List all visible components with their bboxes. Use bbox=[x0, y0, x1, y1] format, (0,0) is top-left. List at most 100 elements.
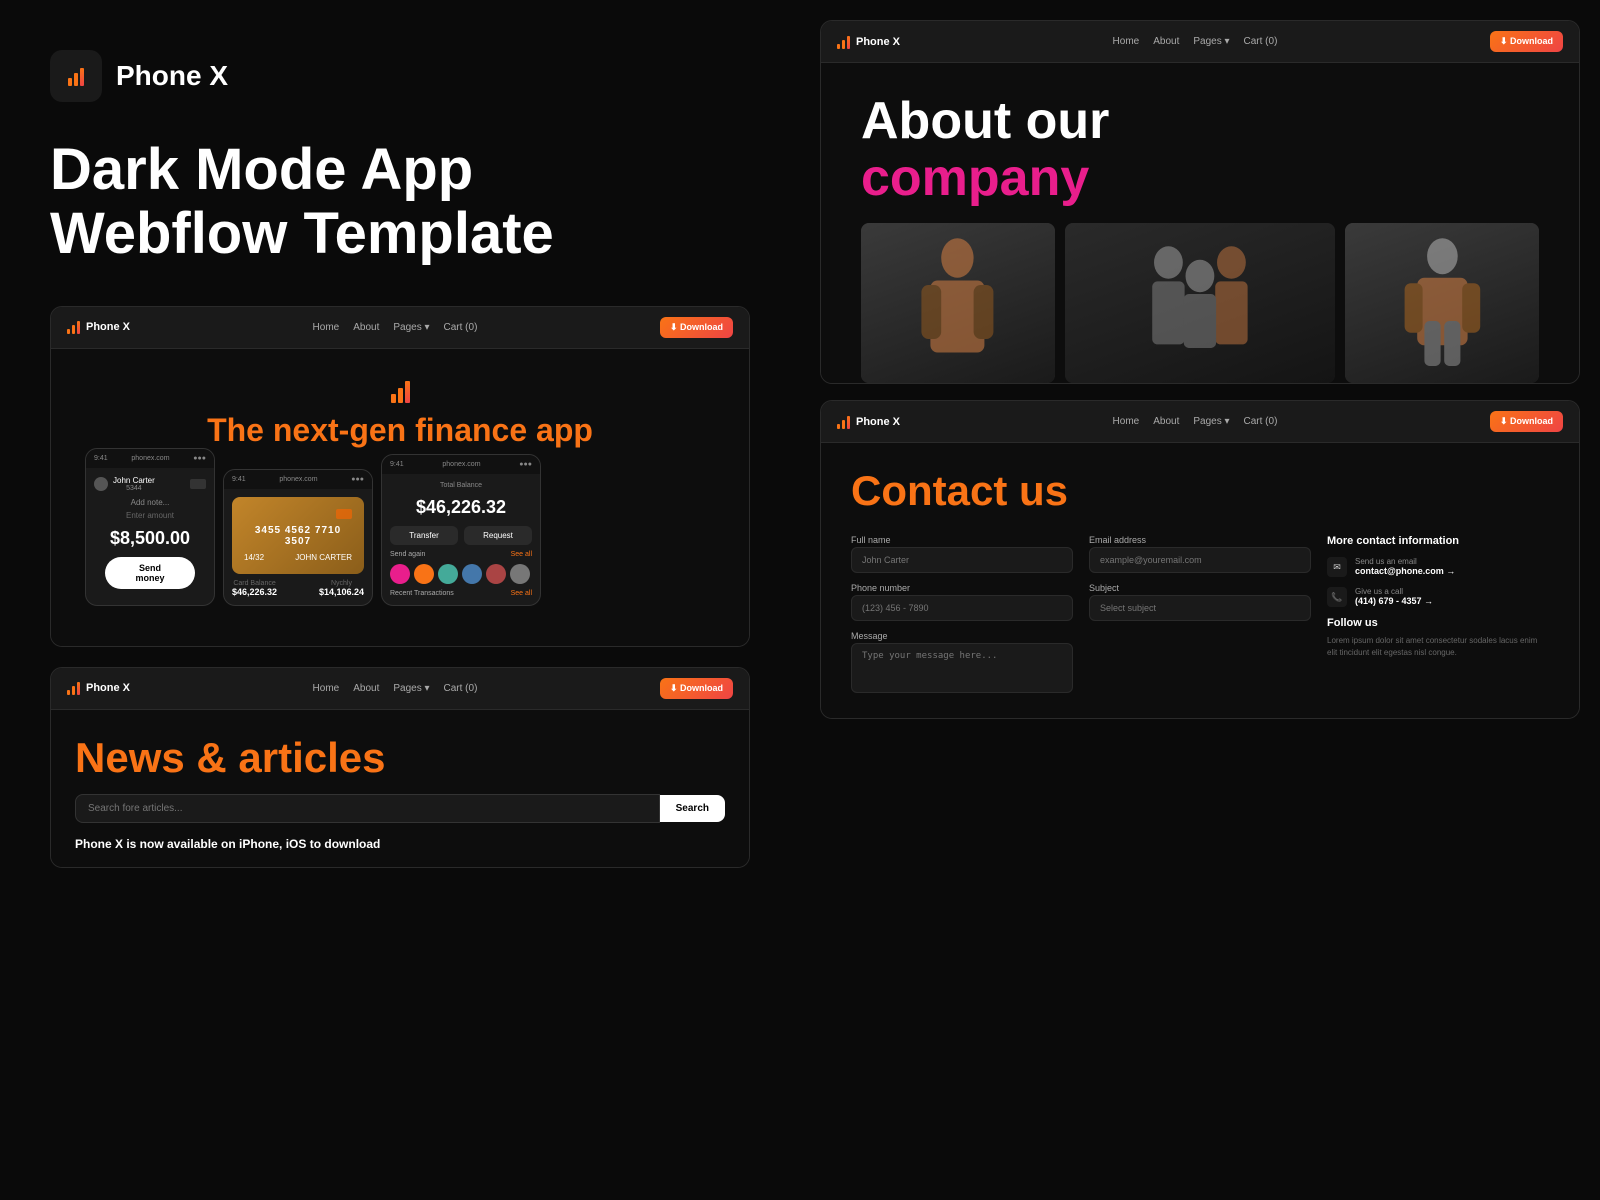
phone-time-3: 9:41 bbox=[390, 461, 404, 468]
about-download-btn[interactable]: ⬇ Download bbox=[1490, 31, 1563, 52]
about-nav-cart[interactable]: Cart (0) bbox=[1244, 36, 1278, 47]
news-title: News & articles bbox=[75, 734, 725, 782]
contact-browser-brand: Phone X bbox=[837, 415, 900, 429]
left-panel: Phone X Dark Mode App Webflow Template P… bbox=[0, 0, 800, 898]
nav-pages-1[interactable]: Pages ▾ bbox=[393, 322, 429, 333]
about-browser-brand: Phone X bbox=[837, 35, 900, 49]
phone-label: Phone number bbox=[851, 583, 1073, 593]
card-name: JOHN CARTER bbox=[295, 553, 352, 562]
nav-about-1[interactable]: About bbox=[353, 322, 379, 333]
see-all-link[interactable]: See all bbox=[511, 551, 532, 558]
news-subtitle: Phone X is now available on iPhone, iOS … bbox=[75, 837, 725, 851]
phone-body-1: John Carter 5344 Add note... Enter amoun… bbox=[86, 468, 214, 605]
transactions-see-all[interactable]: See all bbox=[511, 590, 532, 597]
form-col-2: Email address Subject bbox=[1089, 535, 1311, 698]
browser-brand-1: Phone X bbox=[67, 320, 130, 334]
hero-white-text: The bbox=[207, 412, 273, 448]
message-input[interactable] bbox=[851, 643, 1073, 693]
phone-body-2: 3455 4562 7710 3507 14/32 JOHN CARTER Ca… bbox=[224, 489, 372, 605]
brand-logo-icon bbox=[50, 50, 102, 102]
phone-amount-label: Enter amount bbox=[94, 511, 206, 520]
about-browser: Phone X Home About Pages ▾ Cart (0) ⬇ Do… bbox=[820, 20, 1580, 384]
right-panel: Phone X Home About Pages ▾ Cart (0) ⬇ Do… bbox=[800, 0, 1600, 898]
download-btn-1[interactable]: ⬇ Download bbox=[660, 317, 733, 338]
send-email-label: Send us an email bbox=[1355, 557, 1455, 566]
phone-field: Phone number bbox=[851, 583, 1073, 621]
phone-note-label[interactable]: Add note... bbox=[94, 498, 206, 507]
hero-end-text: finance app bbox=[406, 412, 593, 448]
nav-cart-1[interactable]: Cart (0) bbox=[444, 322, 478, 333]
contact-form-area: Full name Phone number Message bbox=[821, 525, 1579, 718]
phone-header-2: 9:41 phonex.com ●●● bbox=[224, 470, 372, 489]
nav-home-1[interactable]: Home bbox=[313, 322, 340, 333]
email-label: Email address bbox=[1089, 535, 1311, 545]
contact-email[interactable]: contact@phone.com → bbox=[1355, 566, 1455, 576]
browser-nav-links-2: Home About Pages ▾ Cart (0) bbox=[313, 683, 478, 694]
browser-mockup-finance: Phone X Home About Pages ▾ Cart (0) ⬇ Do… bbox=[50, 306, 750, 647]
subject-input[interactable] bbox=[1089, 595, 1311, 621]
contact-nav-home[interactable]: Home bbox=[1113, 416, 1140, 427]
subject-label: Subject bbox=[1089, 583, 1311, 593]
phone-url-1: phonex.com bbox=[131, 455, 169, 462]
contact-download-btn[interactable]: ⬇ Download bbox=[1490, 411, 1563, 432]
follow-us-title: Follow us bbox=[1327, 617, 1549, 629]
contact-nav-links: Home About Pages ▾ Cart (0) bbox=[1113, 416, 1278, 427]
nav-about-2[interactable]: About bbox=[353, 683, 379, 694]
send-money-btn[interactable]: Send money bbox=[105, 557, 195, 589]
phone-screen-2: 9:41 phonex.com ●●● 3455 4562 7710 3507 bbox=[223, 469, 373, 606]
about-nav-pages[interactable]: Pages ▾ bbox=[1193, 36, 1229, 47]
hero-orange-text: next-gen bbox=[273, 412, 406, 448]
transfer-btn[interactable]: Transfer bbox=[390, 526, 458, 545]
about-images bbox=[861, 223, 1539, 383]
browser-hero-1: The next-gen finance app 9:41 phonex.com… bbox=[51, 349, 749, 646]
contact-phone[interactable]: (414) 679 - 4357 → bbox=[1355, 596, 1433, 606]
transactions-label: Recent Transactions bbox=[390, 590, 454, 597]
about-nav-links: Home About Pages ▾ Cart (0) bbox=[1113, 36, 1278, 47]
phone-time-1: 9:41 bbox=[94, 455, 108, 462]
about-nav-about[interactable]: About bbox=[1153, 36, 1179, 47]
phone-screen-3: 9:41 phonex.com ●●● Total Balance $46,22… bbox=[381, 454, 541, 606]
email-field: Email address bbox=[1089, 535, 1311, 573]
about-nav-home[interactable]: Home bbox=[1113, 36, 1140, 47]
follow-text: Lorem ipsum dolor sit amet consectetur s… bbox=[1327, 635, 1549, 657]
fullname-input[interactable] bbox=[851, 547, 1073, 573]
request-btn[interactable]: Request bbox=[464, 526, 532, 545]
contact-browser: Phone X Home About Pages ▾ Cart (0) ⬇ Do… bbox=[820, 400, 1580, 719]
avatar-row bbox=[390, 564, 532, 584]
contact-info-title: More contact information bbox=[1327, 535, 1549, 547]
phone-url-3: phonex.com bbox=[442, 461, 480, 468]
contact-phone-item: 📞 Give us a call (414) 679 - 4357 → bbox=[1327, 587, 1549, 607]
browser-hero-title: The next-gen finance app bbox=[75, 413, 725, 448]
card-number: 3455 4562 7710 3507 bbox=[244, 525, 352, 547]
contact-nav-pages[interactable]: Pages ▾ bbox=[1193, 416, 1229, 427]
fullname-field: Full name bbox=[851, 535, 1073, 573]
about-image-3 bbox=[1345, 223, 1539, 383]
email-icon: ✉ bbox=[1327, 557, 1347, 577]
phone-signal-3: ●●● bbox=[519, 461, 532, 468]
nav-cart-2[interactable]: Cart (0) bbox=[444, 683, 478, 694]
brand-header: Phone X bbox=[50, 50, 750, 102]
hero-line1: Dark Mode App bbox=[50, 137, 473, 202]
phone-row: 9:41 phonex.com ●●● John Carter 5344 bbox=[75, 448, 725, 616]
give-call-label: Give us a call bbox=[1355, 587, 1433, 596]
browser-nav-2: Phone X Home About Pages ▾ Cart (0) ⬇ Do… bbox=[51, 668, 749, 710]
message-label: Message bbox=[851, 631, 1073, 641]
phone-input[interactable] bbox=[851, 595, 1073, 621]
hero-logo-icon bbox=[75, 379, 725, 403]
nav-home-2[interactable]: Home bbox=[313, 683, 340, 694]
contact-title-white: Contact bbox=[851, 467, 1019, 514]
balance-label: Total Balance bbox=[390, 482, 532, 489]
about-title: About our company bbox=[861, 93, 1539, 207]
contact-nav-about[interactable]: About bbox=[1153, 416, 1179, 427]
nav-pages-2[interactable]: Pages ▾ bbox=[393, 683, 429, 694]
about-title-white: About our bbox=[861, 92, 1109, 150]
contact-nav-cart[interactable]: Cart (0) bbox=[1244, 416, 1278, 427]
search-input[interactable] bbox=[75, 794, 660, 823]
search-button[interactable]: Search bbox=[660, 795, 725, 822]
form-col-1: Full name Phone number Message bbox=[851, 535, 1073, 698]
card-expiry: 14/32 bbox=[244, 553, 264, 562]
download-btn-2[interactable]: ⬇ Download bbox=[660, 678, 733, 699]
about-title-pink: company bbox=[861, 149, 1089, 207]
email-input[interactable] bbox=[1089, 547, 1311, 573]
phone-body-3: Total Balance $46,226.32 Transfer Reques… bbox=[382, 474, 540, 605]
